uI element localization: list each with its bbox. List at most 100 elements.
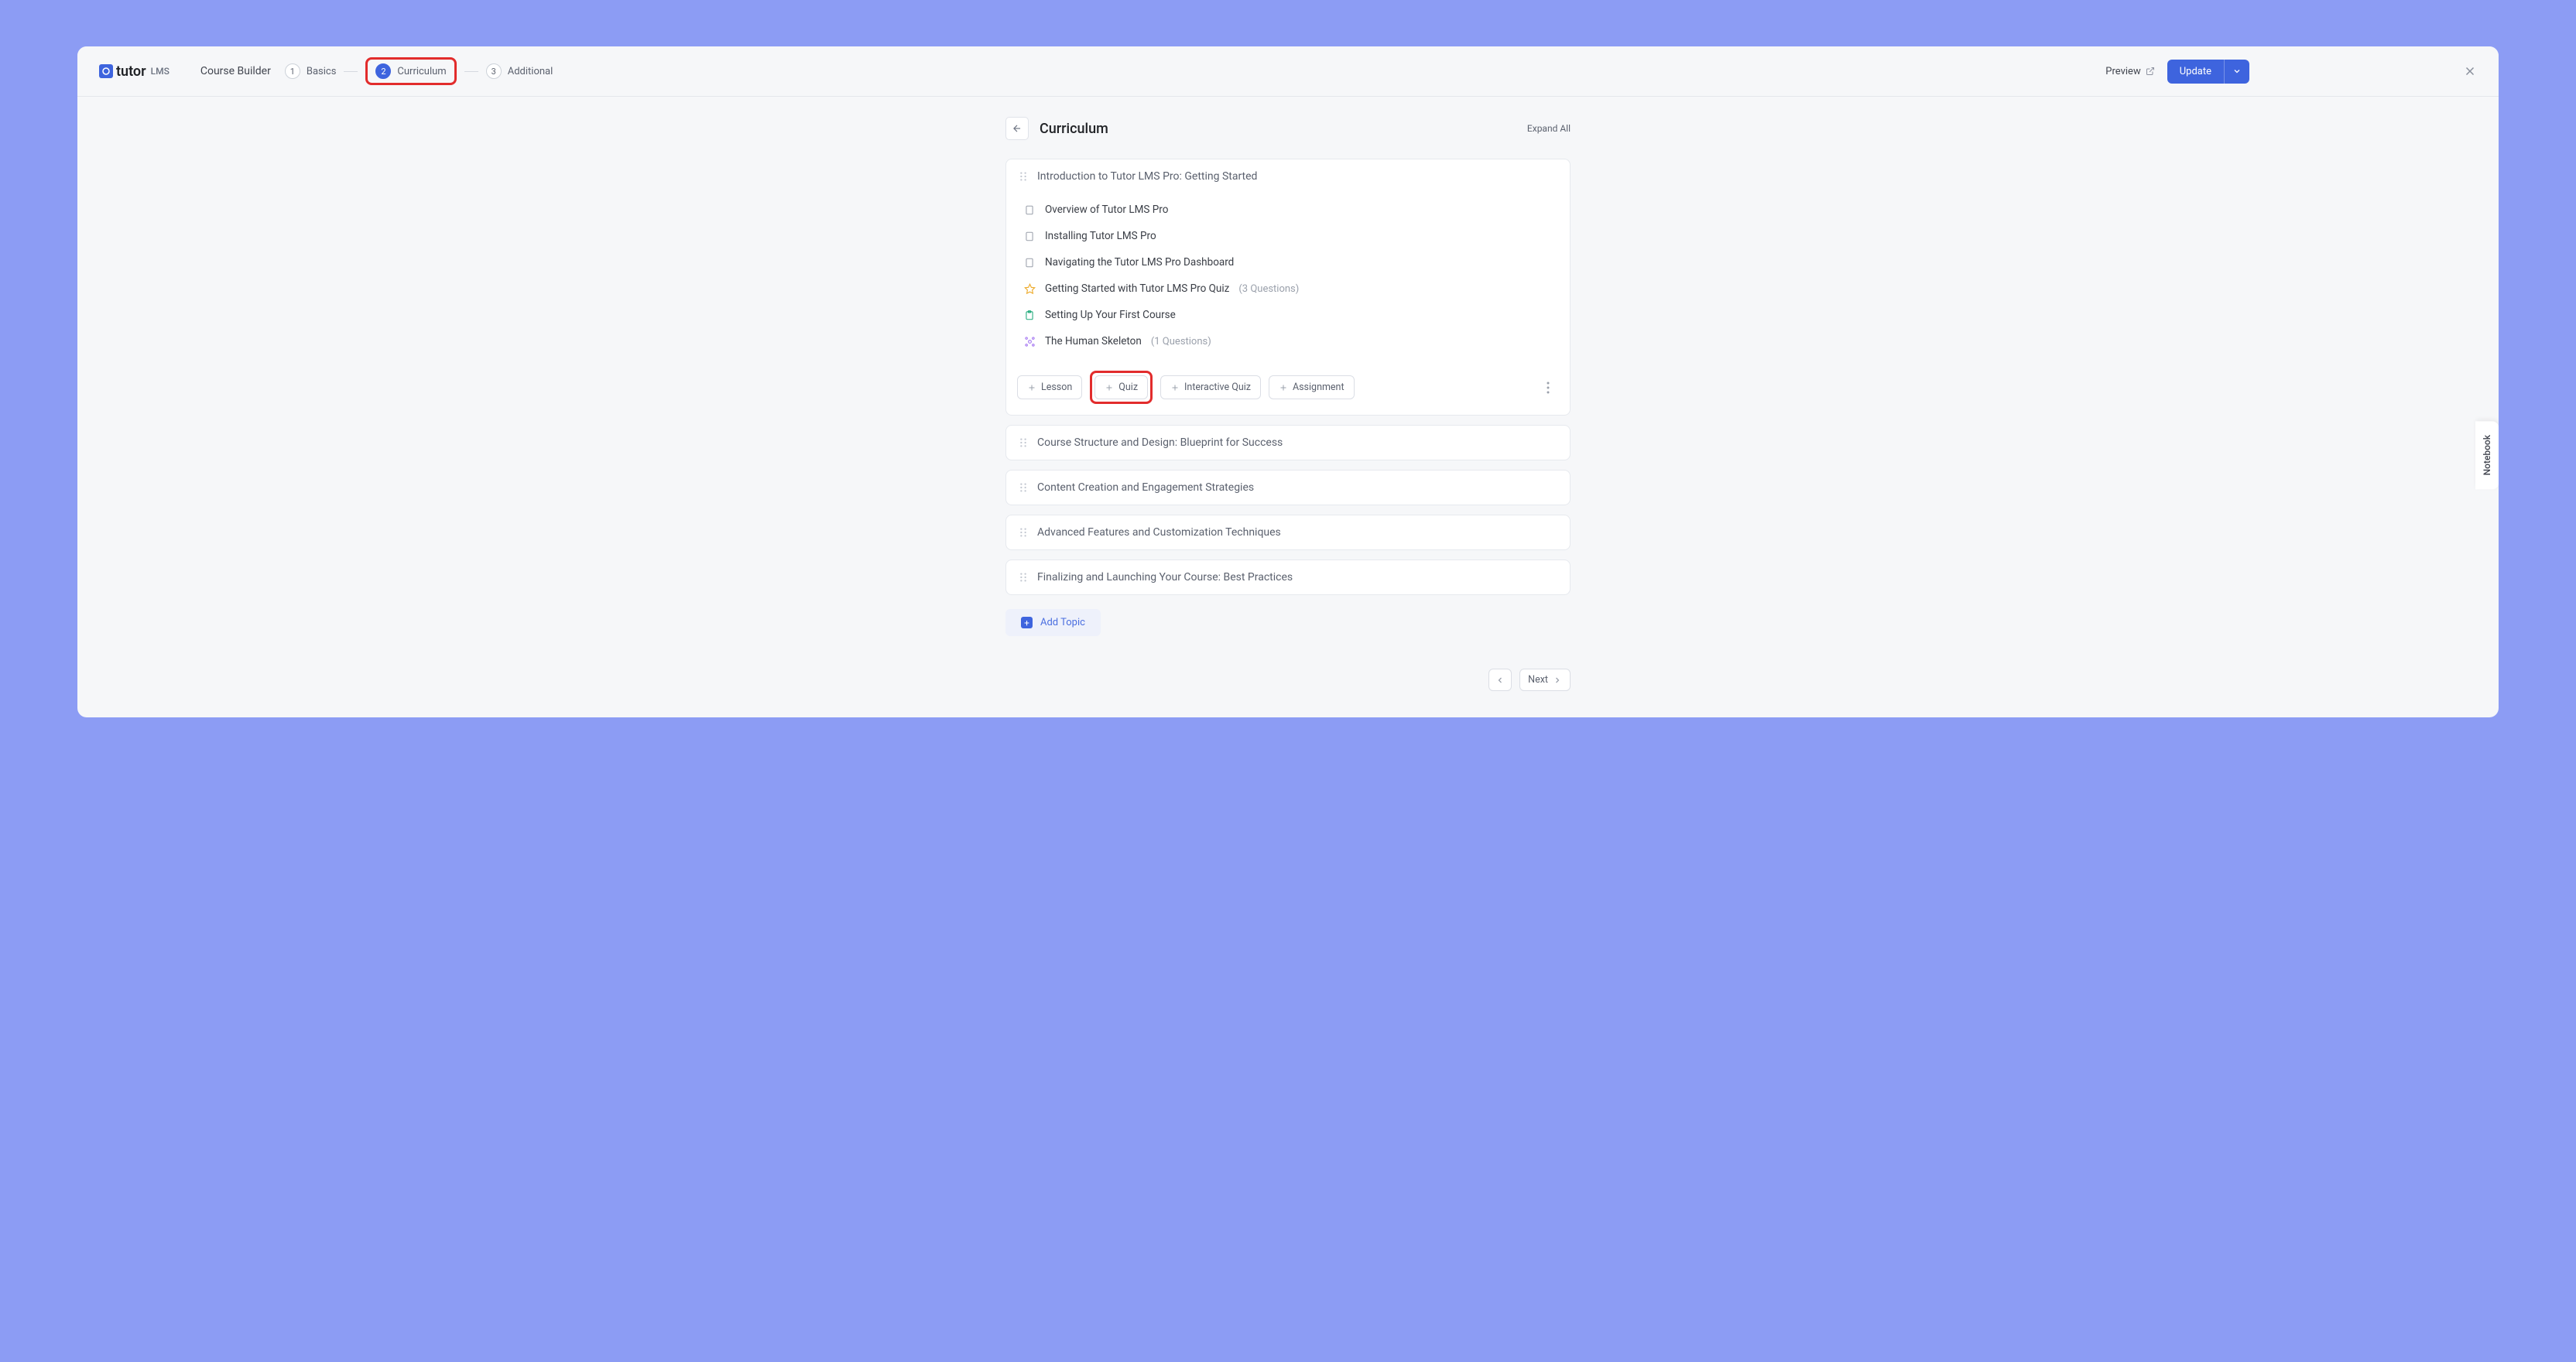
step-curriculum[interactable]: 2 Curriculum xyxy=(365,57,456,85)
step-separator xyxy=(344,71,358,72)
more-button[interactable] xyxy=(1540,378,1556,397)
notebook-tab[interactable]: Notebook xyxy=(2475,421,2499,489)
action-label: Assignment xyxy=(1293,382,1345,393)
step-basics[interactable]: 1 Basics xyxy=(285,63,337,79)
plus-square-icon: + xyxy=(1021,617,1033,628)
header-right: Preview Update xyxy=(2105,60,2477,84)
lesson-meta: (3 Questions) xyxy=(1238,283,1299,295)
topic-header[interactable]: Content Creation and Engagement Strategi… xyxy=(1006,471,1570,505)
step-label: Basics xyxy=(307,66,337,77)
lesson-item[interactable]: The Human Skeleton (1 Questions) xyxy=(1019,328,1557,354)
add-topic-label: Add Topic xyxy=(1040,617,1085,628)
chevron-left-icon xyxy=(1495,676,1505,685)
page-title: Curriculum xyxy=(1040,121,1108,137)
drag-handle-icon[interactable] xyxy=(1019,527,1028,538)
interactive-quiz-icon xyxy=(1023,335,1036,347)
topic-title: Course Structure and Design: Blueprint f… xyxy=(1037,436,1283,449)
lesson-title: The Human Skeleton xyxy=(1045,335,1142,347)
add-quiz-button[interactable]: Quiz xyxy=(1094,375,1148,399)
action-label: Lesson xyxy=(1041,382,1072,393)
chevron-right-icon xyxy=(1553,676,1562,685)
add-lesson-button[interactable]: Lesson xyxy=(1017,375,1082,399)
topic-card: Advanced Features and Customization Tech… xyxy=(1005,515,1571,550)
lesson-item[interactable]: Getting Started with Tutor LMS Pro Quiz … xyxy=(1019,275,1557,302)
brand-name: tutor xyxy=(116,63,146,80)
topic-header[interactable]: Advanced Features and Customization Tech… xyxy=(1006,515,1570,549)
update-dropdown-button[interactable] xyxy=(2224,60,2249,84)
content-header-left: Curriculum xyxy=(1005,117,1108,140)
assignment-icon xyxy=(1023,309,1036,321)
logo-icon xyxy=(99,64,113,78)
action-label: Quiz xyxy=(1118,382,1138,393)
close-button[interactable] xyxy=(2463,64,2477,78)
drag-handle-icon[interactable] xyxy=(1019,171,1028,182)
topic-card: Course Structure and Design: Blueprint f… xyxy=(1005,425,1571,460)
builder-title: Course Builder xyxy=(200,65,271,77)
topic-title: Introduction to Tutor LMS Pro: Getting S… xyxy=(1037,170,1257,183)
lesson-list: Overview of Tutor LMS Pro Installing Tut… xyxy=(1006,193,1570,364)
topic-title: Finalizing and Launching Your Course: Be… xyxy=(1037,571,1293,583)
topic-card: Finalizing and Launching Your Course: Be… xyxy=(1005,560,1571,595)
next-button[interactable]: Next xyxy=(1519,669,1571,691)
plus-icon xyxy=(1170,383,1180,392)
expand-all-link[interactable]: Expand All xyxy=(1527,123,1571,134)
step-num: 3 xyxy=(486,63,502,79)
lesson-icon xyxy=(1023,256,1036,269)
back-button[interactable] xyxy=(1005,117,1029,140)
add-interactive-quiz-button[interactable]: Interactive Quiz xyxy=(1160,375,1261,399)
add-topic-button[interactable]: + Add Topic xyxy=(1005,609,1101,636)
topic-title: Content Creation and Engagement Strategi… xyxy=(1037,481,1254,494)
lesson-title: Installing Tutor LMS Pro xyxy=(1045,230,1156,242)
actions-row: Lesson Quiz Interactive Quiz Assignment xyxy=(1006,364,1570,415)
drag-handle-icon[interactable] xyxy=(1019,482,1028,493)
step-additional[interactable]: 3 Additional xyxy=(486,63,553,79)
plus-icon xyxy=(1279,383,1288,392)
next-label: Next xyxy=(1528,674,1548,686)
close-icon xyxy=(2463,64,2477,78)
step-num: 2 xyxy=(375,63,391,79)
app-window: tutor LMS Course Builder 1 Basics 2 Curr… xyxy=(77,46,2499,717)
header: tutor LMS Course Builder 1 Basics 2 Curr… xyxy=(77,46,2499,97)
lesson-icon xyxy=(1023,230,1036,242)
topic-card: Introduction to Tutor LMS Pro: Getting S… xyxy=(1005,159,1571,416)
topic-header[interactable]: Finalizing and Launching Your Course: Be… xyxy=(1006,560,1570,594)
plus-icon xyxy=(1105,383,1114,392)
lesson-item[interactable]: Installing Tutor LMS Pro xyxy=(1019,223,1557,249)
content-header: Curriculum Expand All xyxy=(1005,117,1571,140)
topic-card: Content Creation and Engagement Strategi… xyxy=(1005,470,1571,505)
update-button[interactable]: Update xyxy=(2167,60,2224,84)
lesson-icon xyxy=(1023,204,1036,216)
steps: 1 Basics 2 Curriculum 3 Additional xyxy=(285,57,553,85)
topic-header[interactable]: Course Structure and Design: Blueprint f… xyxy=(1006,426,1570,460)
preview-label: Preview xyxy=(2105,66,2140,77)
lesson-title: Overview of Tutor LMS Pro xyxy=(1045,204,1168,216)
arrow-left-icon xyxy=(1012,123,1023,134)
step-label: Curriculum xyxy=(397,66,446,77)
action-label: Interactive Quiz xyxy=(1184,382,1251,393)
lesson-title: Getting Started with Tutor LMS Pro Quiz xyxy=(1045,282,1229,295)
step-label: Additional xyxy=(508,66,553,77)
lesson-meta: (1 Questions) xyxy=(1151,336,1211,347)
add-assignment-button[interactable]: Assignment xyxy=(1269,375,1355,399)
lesson-item[interactable]: Setting Up Your First Course xyxy=(1019,302,1557,328)
more-vertical-icon xyxy=(1547,382,1550,394)
external-link-icon xyxy=(2146,67,2155,76)
step-num: 1 xyxy=(285,63,300,79)
chevron-down-icon xyxy=(2232,67,2242,76)
lesson-item[interactable]: Overview of Tutor LMS Pro xyxy=(1019,197,1557,223)
drag-handle-icon[interactable] xyxy=(1019,572,1028,583)
lesson-title: Setting Up Your First Course xyxy=(1045,309,1176,321)
prev-button[interactable] xyxy=(1488,669,1512,691)
preview-link[interactable]: Preview xyxy=(2105,66,2154,77)
lesson-item[interactable]: Navigating the Tutor LMS Pro Dashboard xyxy=(1019,249,1557,275)
logo: tutor LMS xyxy=(99,63,170,80)
topic-header[interactable]: Introduction to Tutor LMS Pro: Getting S… xyxy=(1006,159,1570,193)
brand-suffix: LMS xyxy=(151,66,170,77)
content: Curriculum Expand All Introduction to Tu… xyxy=(1005,97,1571,717)
quiz-icon xyxy=(1023,282,1036,295)
lesson-title: Navigating the Tutor LMS Pro Dashboard xyxy=(1045,256,1234,269)
footer-nav: Next xyxy=(1005,669,1571,691)
highlighted-action: Quiz xyxy=(1090,371,1153,404)
update-button-group: Update xyxy=(2167,60,2249,84)
drag-handle-icon[interactable] xyxy=(1019,437,1028,448)
